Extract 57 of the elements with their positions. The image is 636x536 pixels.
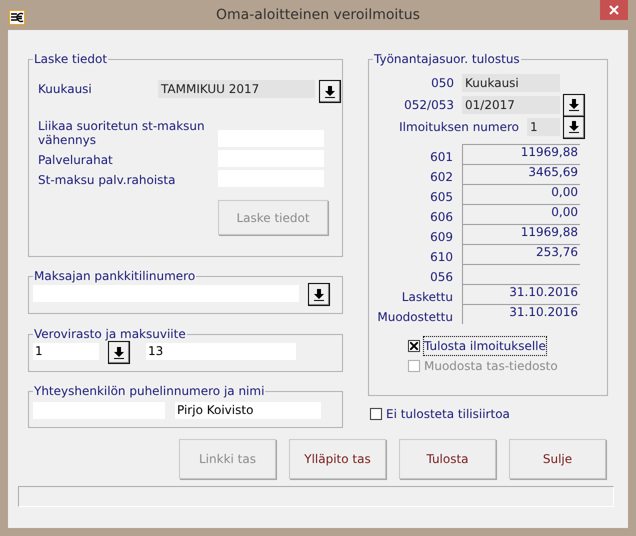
field-label: Ilmoituksen numero [398,119,520,136]
field-label: 602 [429,169,454,184]
field-label: 050 [430,75,455,92]
field-label: 052/053 [403,97,455,114]
dropdown-field[interactable]: 01/2017 [462,96,560,114]
down-arrow-icon [569,99,579,111]
checkbox-label[interactable]: Tulosta ilmoitukselle [424,337,546,355]
dropdown-button[interactable] [563,116,585,138]
action-button[interactable]: Sulje [509,439,606,479]
group-title: Maksajan pankkitilinumero [33,269,196,283]
month-field[interactable]: TAMMIKUU 2017 [158,80,315,98]
down-arrow-icon [114,346,124,358]
field-label: Muodostettu [376,309,454,324]
input-field[interactable]: Pirjo Koivisto [175,402,321,419]
action-button[interactable]: Ylläpito tas [289,439,386,479]
dropdown-button[interactable] [108,341,130,364]
action-button[interactable]: Tulosta [399,439,496,479]
value-field: 0,00 [462,184,580,204]
close-button[interactable] [600,0,628,20]
group-title: Yhteyshenkilön puhelinnumero ja nimi [33,384,266,398]
down-arrow-icon [325,86,335,98]
field-label: 609 [429,229,454,244]
dropdown-button[interactable] [308,283,330,306]
dropdown-field[interactable]: 1 [527,118,560,136]
dropdown-button[interactable] [563,94,585,116]
app-icon [9,8,25,23]
down-arrow-icon [569,121,579,133]
field-label: St-maksu palv.rahoista [38,173,176,187]
group-title: Työnantajasuor. tulostus [373,52,521,66]
field-label: 605 [429,189,454,204]
group-title: Laske tiedot [33,52,108,66]
field-label: 606 [429,209,454,224]
checkbox[interactable] [370,408,382,420]
down-arrow-icon [314,288,324,300]
field-label: Liikaa suoritetun st-maksun vähennys [38,119,206,147]
close-icon [609,5,619,15]
value-field: 0,00 [462,204,580,224]
field-label: 056 [429,269,454,284]
group-title: Verovirasto ja maksuviite [33,327,187,341]
field-label: Laskettu [400,289,454,304]
value-field: 3465,69 [462,164,580,184]
value-field: 11969,88 [462,224,580,244]
window-title: Oma-aloitteinen veroilmoitus [215,6,421,25]
checkbox-label[interactable]: Ei tulosteta tilisiirtoa [386,405,510,423]
value-field: 31.10.2016 [462,284,580,304]
dropdown-button[interactable] [319,80,341,103]
value-field: 11969,88 [462,144,580,164]
field-label: Palvelurahat [38,153,114,167]
field-label: 610 [429,249,454,264]
value-field: 253,76 [462,244,580,264]
value-field: Kuukausi [462,74,560,92]
input-field[interactable]: 1 [33,343,99,360]
input-field[interactable]: 13 [146,343,296,360]
checkbox[interactable] [408,340,420,352]
field-label: 601 [429,149,454,164]
value-field: 31.10.2016 [462,304,580,324]
field-label: Kuukausi [38,80,93,98]
